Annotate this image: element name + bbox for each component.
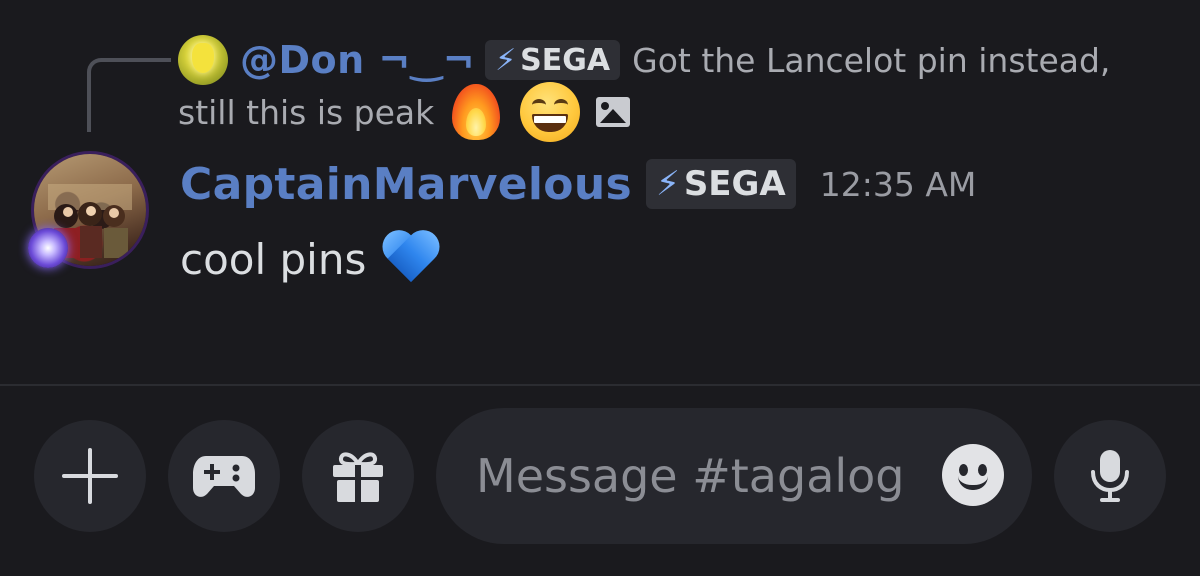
- reply-preview[interactable]: @Don ¬‿¬ ⚡ SEGA Got the Lancelot pin ins…: [178, 32, 1110, 88]
- chat-screen: @Don ¬‿¬ ⚡ SEGA Got the Lancelot pin ins…: [0, 0, 1200, 576]
- lightning-icon: ⚡: [495, 42, 517, 78]
- message-input[interactable]: Message #tagalog: [436, 408, 1032, 544]
- composer-divider: [0, 384, 1200, 386]
- reply-avatar[interactable]: [178, 35, 228, 85]
- gift-button[interactable]: [302, 420, 414, 532]
- grinning-face-emoji-icon: [520, 82, 581, 142]
- lightning-icon: ⚡: [655, 164, 680, 204]
- reply-text-line1: Got the Lancelot pin instead,: [632, 40, 1111, 80]
- gift-icon: [333, 452, 383, 502]
- message-content[interactable]: cool pins: [180, 228, 442, 290]
- reply-preview-continued[interactable]: still this is peak: [178, 82, 631, 142]
- reply-connector: [87, 58, 171, 132]
- author-avatar[interactable]: [28, 152, 148, 270]
- message-header: CaptainMarvelous ⚡ SEGA 12:35 AM: [180, 156, 976, 212]
- add-attachment-button[interactable]: [34, 420, 146, 532]
- smile-icon: [959, 464, 968, 476]
- fire-emoji-icon: [448, 82, 504, 142]
- author-server-tag[interactable]: ⚡ SEGA: [645, 159, 796, 209]
- reply-username[interactable]: @Don ¬‿¬: [240, 38, 475, 82]
- reply-server-tag-label: SEGA: [520, 42, 611, 78]
- author-username[interactable]: CaptainMarvelous: [180, 159, 632, 210]
- reply-text-line2: still this is peak: [178, 92, 435, 132]
- voice-message-button[interactable]: [1054, 420, 1166, 532]
- avatar-decoration-orb: [28, 228, 68, 268]
- gamepad-icon: [193, 456, 255, 497]
- message-input-placeholder: Message #tagalog: [476, 449, 905, 503]
- reply-server-tag[interactable]: ⚡ SEGA: [485, 40, 621, 80]
- message-text: cool pins: [180, 234, 367, 284]
- blue-heart-emoji-icon: [380, 230, 442, 288]
- image-attachment-icon: [596, 97, 631, 127]
- author-server-tag-label: SEGA: [683, 164, 786, 204]
- plus-icon: [62, 448, 118, 504]
- microphone-icon: [1091, 450, 1129, 502]
- emoji-picker-button[interactable]: [942, 444, 1004, 506]
- message-timestamp: 12:35 AM: [819, 164, 977, 204]
- activities-button[interactable]: [168, 420, 280, 532]
